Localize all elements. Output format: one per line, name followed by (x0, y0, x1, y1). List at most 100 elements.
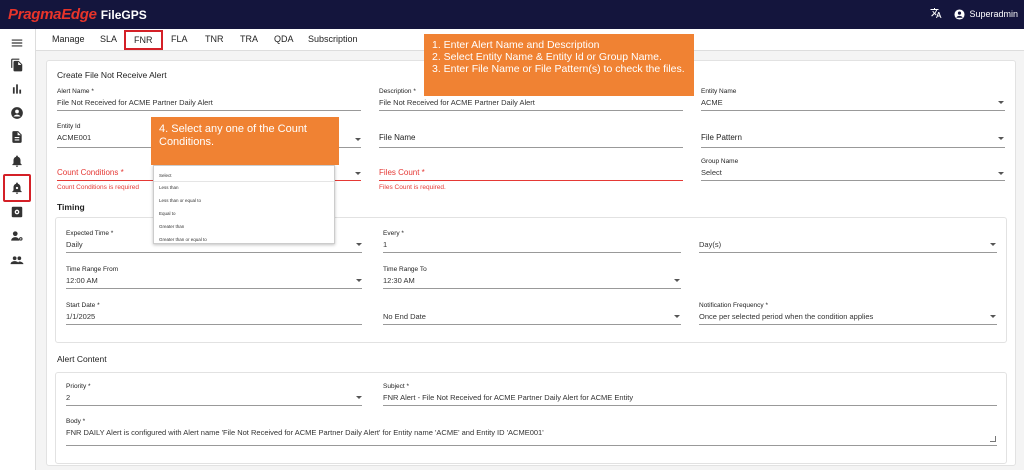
every-field[interactable]: 1 (383, 240, 387, 249)
entity-id-select[interactable]: ACME001 (57, 133, 91, 142)
user-settings-icon[interactable] (6, 225, 28, 247)
count-conditions-dropdown: Select Less than Less than or equal to E… (153, 165, 335, 244)
brand-logo[interactable]: PragmaEdge FileGPS (8, 6, 147, 23)
period-select[interactable]: Day(s) (699, 240, 721, 249)
alert-content-card: Priority * 2 Subject * FNR Alert - File … (55, 372, 1007, 464)
time-from-underline (66, 288, 362, 289)
time-from-label: Time Range From (66, 266, 119, 273)
dropdown-divider (154, 181, 334, 182)
subject-field[interactable]: FNR Alert - File Not Received for ACME P… (383, 393, 633, 402)
app-name: FileGPS (100, 8, 147, 22)
time-to-select[interactable]: 12:30 AM (383, 276, 415, 285)
form-title: Create File Not Receive Alert (57, 70, 167, 80)
dropdown-option[interactable]: Greater than or equal to (159, 237, 207, 242)
top-right-actions: Superadmin (930, 7, 1018, 21)
alert-name-field[interactable]: File Not Received for ACME Partner Daily… (57, 98, 213, 107)
chevron-down-icon[interactable] (355, 172, 361, 175)
tab-sla[interactable]: SLA (100, 34, 117, 44)
chevron-down-icon[interactable] (998, 137, 1004, 140)
file-pattern-underline (701, 147, 1005, 148)
file-name-field[interactable]: File Name (379, 133, 415, 142)
user-menu[interactable]: Superadmin (954, 8, 1018, 20)
entity-name-label: Entity Name (701, 88, 737, 95)
alert-name-label: Alert Name * (57, 88, 94, 95)
body-label: Body * (66, 418, 86, 425)
body-underline (66, 445, 997, 446)
time-to-label: Time Range To (383, 266, 427, 273)
chevron-down-icon[interactable] (356, 279, 362, 282)
chevron-down-icon[interactable] (990, 315, 996, 318)
description-label: Description * (379, 88, 416, 95)
entity-name-underline (701, 110, 1005, 111)
files-icon[interactable] (6, 54, 28, 76)
tab-fnr[interactable]: FNR (124, 30, 163, 50)
expected-time-underline (66, 252, 362, 253)
user-name: Superadmin (969, 9, 1018, 19)
notif-freq-select[interactable]: Once per selected period when the condit… (699, 312, 873, 321)
translate-icon[interactable] (930, 7, 942, 21)
dropdown-option[interactable]: Less than (159, 185, 179, 190)
resize-handle-icon[interactable] (990, 436, 996, 442)
dropdown-option[interactable]: Equal to (159, 211, 176, 216)
tab-fla[interactable]: FLA (171, 34, 188, 44)
expected-time-select[interactable]: Daily (66, 240, 83, 249)
dropdown-option[interactable]: Select (159, 173, 172, 178)
callout-step-1: 1. Enter Alert Name and Description (432, 39, 600, 51)
files-count-field[interactable]: Files Count * (379, 168, 425, 177)
group-name-select[interactable]: Select (701, 168, 722, 177)
file-pattern-select[interactable]: File Pattern (701, 133, 742, 142)
chevron-down-icon[interactable] (990, 243, 996, 246)
callout-count-conditions: 4. Select any one of the Count Condition… (151, 117, 339, 165)
description-underline (379, 110, 683, 111)
start-date-field[interactable]: 1/1/2025 (66, 312, 95, 321)
group-icon[interactable] (6, 249, 28, 271)
timing-title: Timing (57, 202, 85, 212)
settings-box-icon[interactable] (6, 201, 28, 223)
start-date-underline (66, 324, 362, 325)
chevron-down-icon[interactable] (674, 279, 680, 282)
entity-name-select[interactable]: ACME (701, 98, 723, 107)
count-conditions-select[interactable]: Count Conditions * (57, 168, 124, 177)
chevron-down-icon[interactable] (356, 243, 362, 246)
dropdown-option[interactable]: Greater than (159, 224, 184, 229)
every-underline (383, 252, 681, 253)
chevron-down-icon[interactable] (674, 315, 680, 318)
document-icon[interactable] (6, 126, 28, 148)
sidebar (0, 29, 36, 470)
brand-name: PragmaEdge (8, 6, 97, 23)
dropdown-option[interactable]: Less than or equal to (159, 198, 201, 203)
bell-icon[interactable] (6, 150, 28, 172)
chevron-down-icon[interactable] (355, 138, 361, 141)
tab-subscription[interactable]: Subscription (308, 34, 358, 44)
chevron-down-icon[interactable] (998, 172, 1004, 175)
tab-tnr[interactable]: TNR (205, 34, 224, 44)
tab-tra[interactable]: TRA (240, 34, 258, 44)
chevron-down-icon[interactable] (998, 101, 1004, 104)
bell-active-icon[interactable] (3, 174, 31, 202)
alert-content-title: Alert Content (57, 354, 107, 364)
chart-icon[interactable] (6, 78, 28, 100)
tab-manage[interactable]: Manage (52, 34, 85, 44)
time-from-select[interactable]: 12:00 AM (66, 276, 98, 285)
file-name-underline (379, 147, 683, 148)
menu-icon[interactable] (6, 32, 28, 54)
count-conditions-error: Count Conditions is required (57, 184, 140, 191)
callout-text: 4. Select any one of the Count Condition… (159, 123, 307, 148)
priority-label: Priority * (66, 383, 91, 390)
subject-underline (383, 405, 997, 406)
tab-qda[interactable]: QDA (274, 34, 294, 44)
every-label: Every * (383, 230, 404, 237)
account-circle-icon (954, 8, 966, 20)
body-textarea[interactable]: FNR DAILY Alert is configured with Alert… (66, 428, 544, 437)
callout-step-3: 3. Enter File Name or File Pattern(s) to… (432, 62, 685, 75)
description-field[interactable]: File Not Received for ACME Partner Daily… (379, 98, 535, 107)
files-count-error: Files Count is required. (379, 184, 446, 191)
account-icon[interactable] (6, 102, 28, 124)
chevron-down-icon[interactable] (356, 396, 362, 399)
group-name-underline (701, 180, 1005, 181)
priority-select[interactable]: 2 (66, 393, 70, 402)
period-underline (699, 252, 997, 253)
top-app-bar: PragmaEdge FileGPS Superadmin (0, 0, 1024, 29)
end-date-select[interactable]: No End Date (383, 312, 426, 321)
priority-underline (66, 405, 362, 406)
